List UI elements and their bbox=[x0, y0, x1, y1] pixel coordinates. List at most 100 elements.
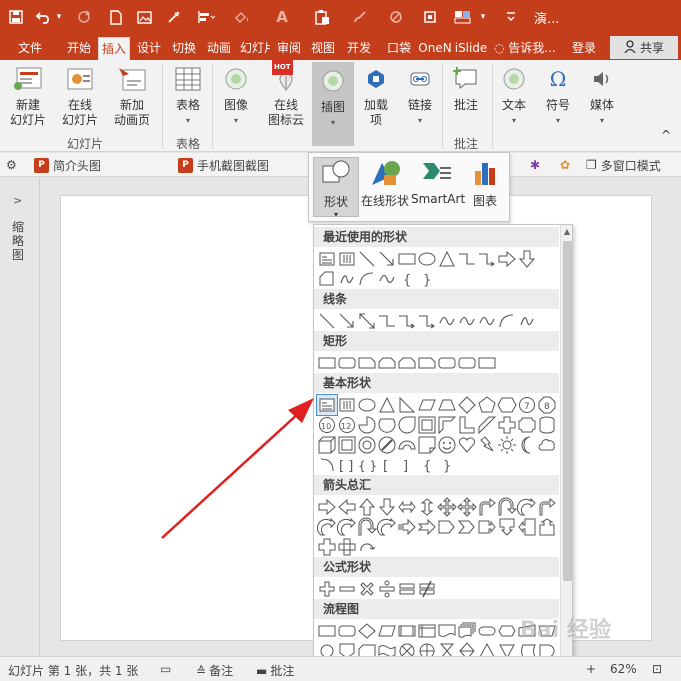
shape-curvedarrow[interactable] bbox=[316, 517, 337, 537]
shape-elbowarrow[interactable] bbox=[397, 311, 417, 331]
eyedropper-icon[interactable] bbox=[164, 5, 184, 29]
symbol-button[interactable]: Ω 符号 ▾ bbox=[540, 64, 576, 128]
shape-udarrow[interactable] bbox=[417, 497, 437, 517]
brush-icon[interactable] bbox=[350, 5, 370, 29]
expand-pane-icon[interactable]: > bbox=[13, 194, 22, 207]
shape-quadarrow[interactable] bbox=[457, 497, 477, 517]
shape-fprep[interactable] bbox=[497, 621, 517, 641]
undo-icon[interactable] bbox=[34, 5, 54, 29]
link-button[interactable]: 链接 ▾ bbox=[402, 64, 438, 128]
notes-button[interactable]: ≙ 备注 bbox=[196, 662, 233, 679]
sparkle-icon[interactable]: ✱ bbox=[530, 157, 540, 173]
tab-home[interactable]: 开始 bbox=[62, 37, 96, 60]
shape-calloutl[interactable] bbox=[517, 517, 537, 537]
layout-icon[interactable] bbox=[450, 5, 476, 29]
tab-file[interactable]: 文件 bbox=[10, 37, 50, 60]
media-button[interactable]: 媒体 ▾ bbox=[584, 64, 620, 128]
shape-diagstripe[interactable] bbox=[477, 415, 497, 435]
shape-elbow[interactable] bbox=[457, 249, 477, 269]
shape-diamond[interactable] bbox=[457, 395, 477, 415]
shape-line[interactable] bbox=[317, 311, 337, 331]
shape-nosymbol[interactable] bbox=[377, 435, 397, 455]
shape-donut[interactable] bbox=[357, 435, 377, 455]
shape-elbowarrow[interactable] bbox=[417, 311, 437, 331]
login-link[interactable]: 登录 bbox=[572, 37, 596, 60]
shape-curve[interactable] bbox=[477, 311, 497, 331]
shape-pent[interactable] bbox=[477, 395, 497, 415]
chart-button[interactable]: 图表 bbox=[465, 157, 505, 217]
shape-eqdiv[interactable] bbox=[377, 579, 397, 599]
shape-moon[interactable] bbox=[517, 435, 537, 455]
shape-tri[interactable] bbox=[377, 395, 397, 415]
shape-uarrow[interactable] bbox=[357, 497, 377, 517]
shape-ellipse[interactable] bbox=[357, 395, 377, 415]
shape-elbow[interactable] bbox=[377, 311, 397, 331]
shape-bentarrow[interactable] bbox=[477, 497, 497, 517]
shape-ellipse[interactable] bbox=[417, 249, 437, 269]
shape-rect[interactable] bbox=[397, 249, 417, 269]
shape-finternal[interactable] bbox=[417, 621, 437, 641]
shape-cloud[interactable] bbox=[537, 435, 557, 455]
tab-pocket[interactable]: 口袋 bbox=[384, 37, 414, 60]
shape-fmultidoc[interactable] bbox=[457, 621, 477, 641]
shape-can[interactable] bbox=[537, 415, 557, 435]
shape-calloutd[interactable] bbox=[497, 517, 517, 537]
online-slide-button[interactable]: 在线 幻灯片 bbox=[56, 64, 104, 128]
shape-uturn[interactable] bbox=[357, 517, 378, 537]
shape-tri[interactable] bbox=[437, 249, 457, 269]
tab-review[interactable]: 审阅 bbox=[274, 37, 304, 60]
shape-curvedarrow[interactable] bbox=[516, 497, 537, 517]
shape-brace[interactable]: { bbox=[417, 455, 437, 475]
align-icon[interactable] bbox=[194, 5, 218, 29]
tab-islide[interactable]: iSlide bbox=[454, 37, 488, 60]
shape-curvedarrow[interactable] bbox=[336, 517, 357, 537]
smartart-button[interactable]: SmartArt bbox=[411, 157, 465, 217]
shape-bracketpair[interactable]: [ ] bbox=[337, 455, 357, 475]
shape-oct[interactable]: 8 bbox=[537, 395, 557, 415]
shape-rbrace[interactable]: } bbox=[437, 455, 457, 475]
online-shape-button[interactable]: 在线形状 bbox=[359, 157, 411, 217]
shape-arrowline[interactable] bbox=[377, 249, 397, 269]
shape-arc[interactable] bbox=[497, 311, 517, 331]
shape-brace[interactable]: { bbox=[397, 269, 417, 289]
shape-plaque[interactable] bbox=[517, 415, 537, 435]
layout-dropdown-icon[interactable]: ▾ bbox=[478, 5, 488, 29]
shape-plus[interactable] bbox=[497, 415, 517, 435]
shape-notched[interactable] bbox=[417, 517, 437, 537]
shape-lrarrow[interactable] bbox=[397, 497, 417, 517]
new-anim-page-button[interactable]: 新加 动画页 bbox=[108, 64, 156, 128]
shape-bracepair[interactable]: { } bbox=[357, 455, 377, 475]
quick-item-phone-screenshot[interactable]: P 手机截图截图 bbox=[178, 157, 269, 173]
shape-homeplate[interactable] bbox=[437, 517, 457, 537]
scroll-thumb[interactable] bbox=[563, 241, 572, 581]
shape-fdata[interactable] bbox=[377, 621, 397, 641]
shape-snip2[interactable] bbox=[377, 353, 397, 373]
quick-item-intro-image[interactable]: P 简介头图 bbox=[34, 157, 101, 173]
shape-rect[interactable] bbox=[317, 353, 337, 373]
shape-trap[interactable] bbox=[437, 395, 457, 415]
shape-uturn[interactable] bbox=[497, 497, 518, 517]
shape-falt[interactable] bbox=[337, 621, 357, 641]
spellcheck-icon[interactable]: ▭ bbox=[160, 662, 171, 676]
shape-bevel[interactable] bbox=[337, 435, 357, 455]
shape-larc[interactable] bbox=[317, 455, 337, 475]
shape-rarrow[interactable] bbox=[497, 249, 517, 269]
shape-snip2[interactable] bbox=[397, 353, 417, 373]
comments-button[interactable]: ▬ 批注 bbox=[256, 662, 294, 679]
shape-snip[interactable] bbox=[357, 353, 377, 373]
shape-cplus[interactable] bbox=[317, 537, 337, 557]
shape-callout[interactable] bbox=[477, 517, 497, 537]
paste-icon[interactable] bbox=[310, 5, 334, 29]
shape-cquad[interactable] bbox=[337, 537, 357, 557]
shape-rect[interactable] bbox=[477, 353, 497, 373]
shape-bentarrow[interactable] bbox=[537, 497, 557, 517]
shape-eqequal[interactable] bbox=[397, 579, 417, 599]
shape-curvedarrow[interactable] bbox=[376, 517, 397, 537]
image-icon[interactable] bbox=[134, 5, 154, 29]
shape-lbracket[interactable]: [ bbox=[377, 455, 397, 475]
shape-rrect[interactable] bbox=[457, 353, 477, 373]
shape-rrect[interactable] bbox=[337, 353, 357, 373]
multiwindow-button[interactable]: ❐ 多窗口模式 bbox=[586, 157, 661, 173]
shape-fterm[interactable] bbox=[477, 621, 497, 641]
thumbnail-pane-label[interactable]: 缩略图 bbox=[12, 220, 26, 262]
